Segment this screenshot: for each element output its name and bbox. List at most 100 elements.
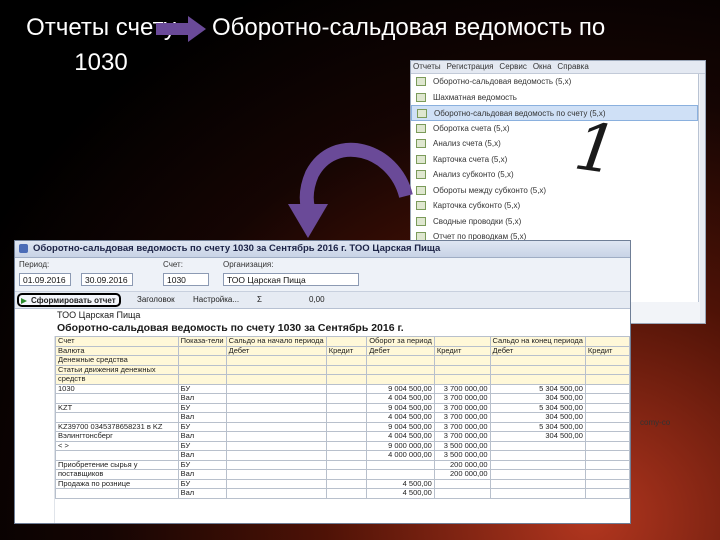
table-cell: Вал xyxy=(177,488,227,499)
table-cell xyxy=(584,402,630,413)
play-icon xyxy=(21,298,27,304)
menu-bar-item[interactable]: Справка xyxy=(557,62,588,72)
table-cell: 200 000,00 xyxy=(433,459,491,470)
table-row: Вэлингтонсберг Вал 4 004 500,00 3 700 000,0… xyxy=(55,431,630,442)
sigma-icon[interactable]: Σ xyxy=(255,294,271,307)
menu-item[interactable]: Оборотно-сальдовая ведомость (5,х) xyxy=(411,74,698,90)
menu-bar: Отчеты Регистрация Сервис Окна Справка xyxy=(411,61,705,74)
report-icon xyxy=(416,77,426,86)
table-header-cell: Показа-тели xyxy=(177,336,227,347)
heading-button[interactable]: Заголовок xyxy=(125,294,179,307)
table-row: 1030 БУ 9 004 500,00 3 700 000,00 5 304 500,… xyxy=(55,383,630,394)
table-header-cell xyxy=(225,364,327,375)
table-header-cell xyxy=(225,374,327,385)
table-cell: 4 004 500,00 xyxy=(366,412,435,423)
organization-label: Организация: xyxy=(223,260,274,269)
table-cell xyxy=(225,469,327,480)
report-toolbar: Сформировать отчет Заголовок Настройка..… xyxy=(15,292,630,309)
period-label: Период: xyxy=(19,260,50,269)
table-header-row: Валюта Дебет Кредит Дебет Кредит Дебет Кредит xyxy=(55,345,630,356)
table-cell: Вал xyxy=(177,450,227,461)
table-cell: 304 500,00 xyxy=(489,431,586,442)
menu-item[interactable]: Оборотка счета (5,х) xyxy=(411,121,698,137)
table-cell: KZT xyxy=(55,402,179,413)
period-from-field[interactable]: 01.09.2016 xyxy=(19,273,71,286)
table-cell xyxy=(489,459,586,470)
settings-button[interactable]: Настройка... xyxy=(181,294,251,307)
report-body: Счет Показа-тели Сальдо на начало периода О… xyxy=(15,336,630,523)
table-cell xyxy=(489,450,586,461)
menu-bar-item[interactable]: Регистрация xyxy=(447,62,494,72)
table-cell xyxy=(584,478,630,489)
menu-item[interactable]: Шахматная ведомость xyxy=(411,90,698,106)
table-cell xyxy=(584,459,630,470)
table-cell xyxy=(325,488,368,499)
table-row: Вал 4 004 500,00 3 700 000,00 304 500,00 xyxy=(55,412,630,423)
table-header-cell xyxy=(325,364,368,375)
table-cell xyxy=(325,459,368,470)
organization-field[interactable]: ТОО Царская Пища xyxy=(223,273,359,286)
table-cell: 9 000 000,00 xyxy=(366,440,435,451)
menu-item[interactable]: Анализ субконто (5,х) xyxy=(411,167,698,183)
table-cell xyxy=(225,412,327,423)
table-cell: 3 500 000,00 xyxy=(433,440,491,451)
table-cell: 3 700 000,00 xyxy=(433,431,491,442)
window-app-icon xyxy=(19,244,28,253)
menu-item[interactable]: Оборотно-сальдовая ведомость по счету (5… xyxy=(411,105,698,121)
table-row: Вал 4 500,00 xyxy=(55,488,630,499)
menu-bar-item[interactable]: Сервис xyxy=(499,62,526,72)
table-cell xyxy=(325,421,368,432)
table-header-cell xyxy=(584,355,630,366)
account-field[interactable]: 1030 xyxy=(163,273,209,286)
menu-item[interactable]: Обороты между субконто (5,х) xyxy=(411,183,698,199)
table-cell xyxy=(584,412,630,423)
report-table: Счет Показа-тели Сальдо на начало периода О… xyxy=(55,336,630,499)
table-cell xyxy=(433,478,491,489)
table-cell: 3 700 000,00 xyxy=(433,383,491,394)
table-header-cell xyxy=(584,364,630,375)
table-cell xyxy=(325,393,368,404)
table-cell: 4 004 500,00 xyxy=(366,393,435,404)
table-cell xyxy=(55,450,179,461)
table-row: Вал 4 004 500,00 3 700 000,00 304 500,00 xyxy=(55,393,630,404)
menu-item[interactable]: Карточка счета (5,х) xyxy=(411,152,698,168)
period-to-field[interactable]: 30.09.2016 xyxy=(81,273,133,286)
menu-item[interactable]: Анализ счета (5,х) xyxy=(411,136,698,152)
table-cell xyxy=(584,383,630,394)
table-cell xyxy=(225,431,327,442)
table-cell xyxy=(584,421,630,432)
menu-bar-item[interactable]: Отчеты xyxy=(413,62,441,72)
table-header-row: Статьи движения денежных xyxy=(55,364,630,375)
table-header-cell: Дебет xyxy=(489,345,586,356)
table-cell xyxy=(225,383,327,394)
generate-report-button[interactable]: Сформировать отчет xyxy=(17,293,121,307)
menu-item-label: Шахматная ведомость xyxy=(433,92,517,102)
table-cell xyxy=(225,440,327,451)
table-cell: Вал xyxy=(177,469,227,480)
table-header-cell: Кредит xyxy=(584,345,630,356)
table-cell: 200 000,00 xyxy=(433,469,491,480)
table-cell xyxy=(325,383,368,394)
report-header: ТОО Царская Пища Оборотно-сальдовая ведо… xyxy=(15,309,630,336)
table-row: Приобретение сырья у БУ 200 000,00 xyxy=(55,459,630,470)
report-org: ТОО Царская Пища xyxy=(57,310,141,320)
table-cell: Приобретение сырья у xyxy=(55,459,179,470)
table-cell xyxy=(366,459,435,470)
menu-bar-item[interactable]: Окна xyxy=(533,62,552,72)
table-cell xyxy=(584,450,630,461)
table-cell: 4 004 500,00 xyxy=(366,431,435,442)
report-title: Оборотно-сальдовая ведомость по счету 10… xyxy=(57,322,404,334)
table-header-cell xyxy=(177,355,227,366)
menu-item-label: Оборотка счета (5,х) xyxy=(433,123,510,133)
table-cell xyxy=(489,488,586,499)
menu-item[interactable]: Карточка субконто (5,х) xyxy=(411,198,698,214)
table-header-cell: Валюта xyxy=(55,345,179,356)
table-cell: БУ xyxy=(177,440,227,451)
menu-item[interactable]: Сводные проводки (5,х) xyxy=(411,214,698,230)
table-cell xyxy=(225,488,327,499)
table-cell xyxy=(225,421,327,432)
grouping-gutter xyxy=(15,336,55,523)
table-cell xyxy=(325,440,368,451)
table-cell: Вал xyxy=(177,393,227,404)
table-row: Вал 4 000 000,00 3 500 000,00 xyxy=(55,450,630,461)
